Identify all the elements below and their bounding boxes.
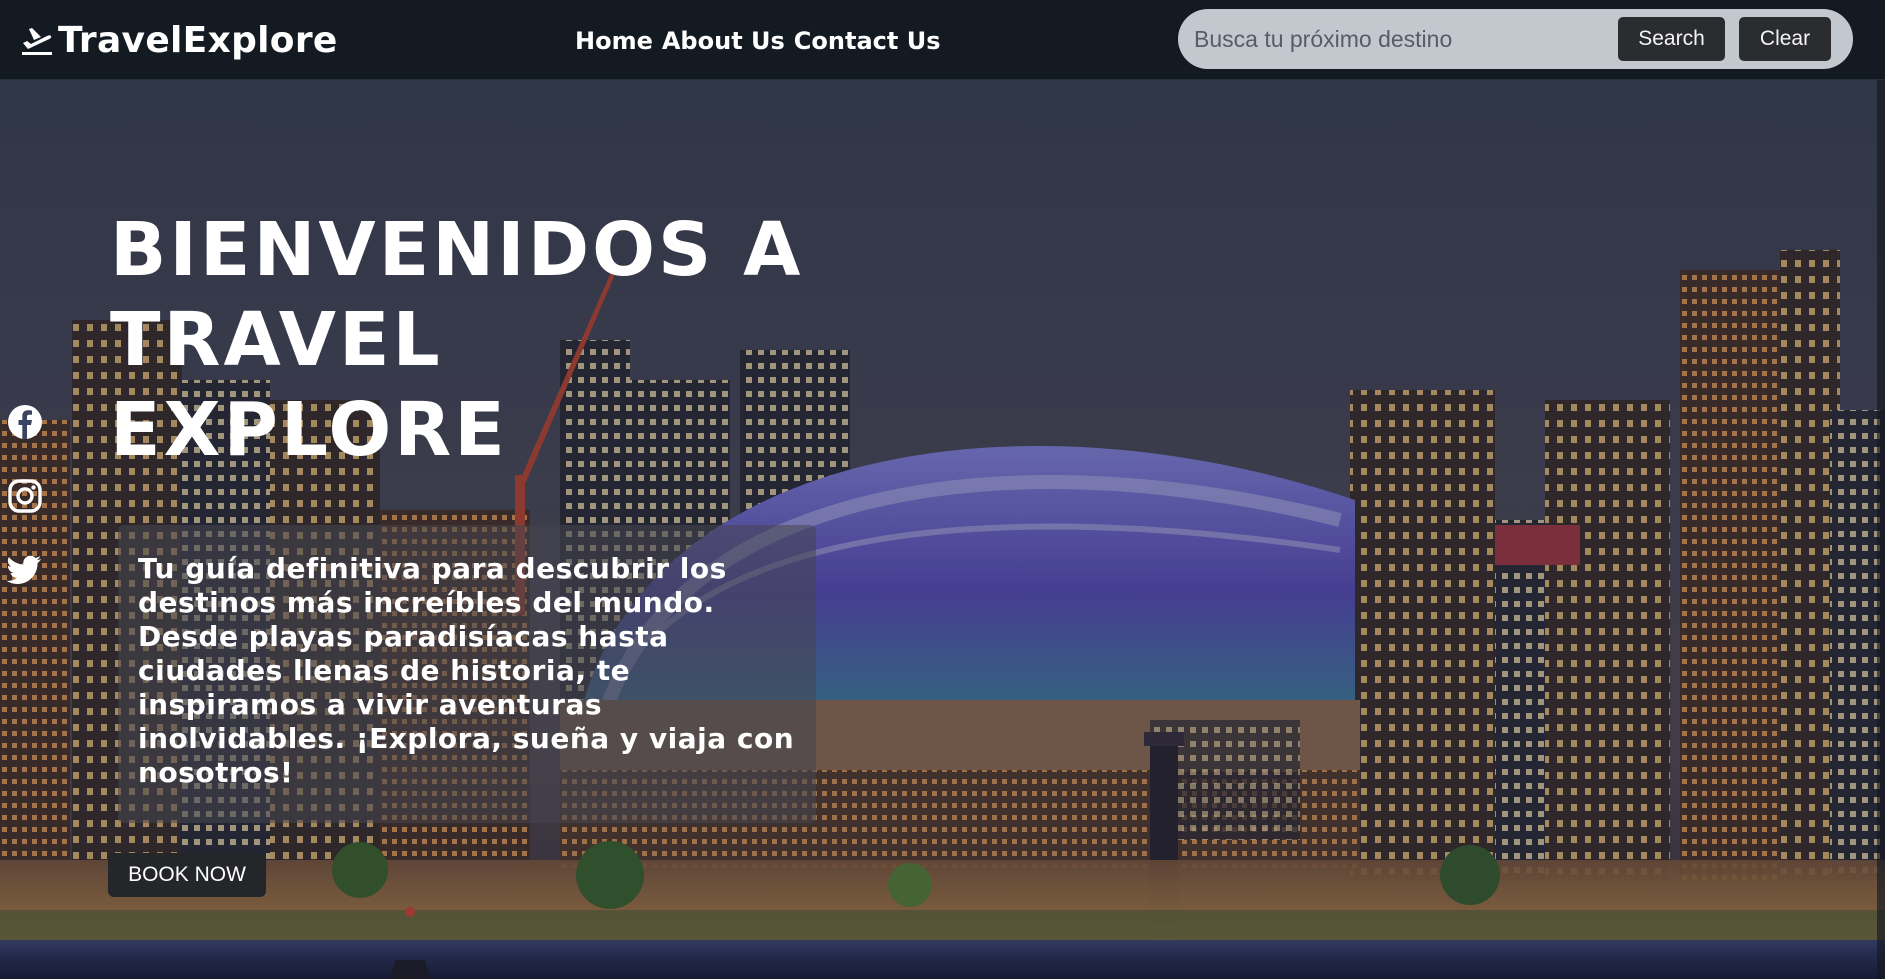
nav-home[interactable]: Home	[575, 27, 653, 55]
social-links	[6, 404, 46, 588]
clear-button[interactable]: Clear	[1739, 17, 1831, 61]
hero-description: Tu guía definitiva para descubrir los de…	[138, 552, 795, 789]
nav-contact-us[interactable]: Contact Us	[794, 27, 941, 55]
search-button[interactable]: Search	[1618, 17, 1725, 61]
instagram-icon[interactable]	[6, 478, 44, 514]
logo[interactable]: TravelExplore	[20, 19, 338, 61]
hero-title: BIENVENIDOS A TRAVEL EXPLORE	[110, 207, 804, 473]
facebook-icon[interactable]	[6, 404, 44, 440]
search-input[interactable]	[1194, 19, 1618, 59]
logo-text: TravelExplore	[58, 19, 338, 61]
main-nav: Home About Us Contact Us	[575, 24, 940, 58]
twitter-icon[interactable]	[6, 552, 44, 588]
plane-departure-icon	[20, 23, 54, 57]
book-now-button[interactable]: BOOK NOW	[108, 853, 266, 897]
search-bar: Search Clear	[1178, 9, 1853, 69]
nav-about-us[interactable]: About Us	[662, 27, 785, 55]
page-scrollbar[interactable]	[1877, 80, 1885, 979]
site-header: TravelExplore Home About Us Contact Us S…	[0, 0, 1885, 80]
